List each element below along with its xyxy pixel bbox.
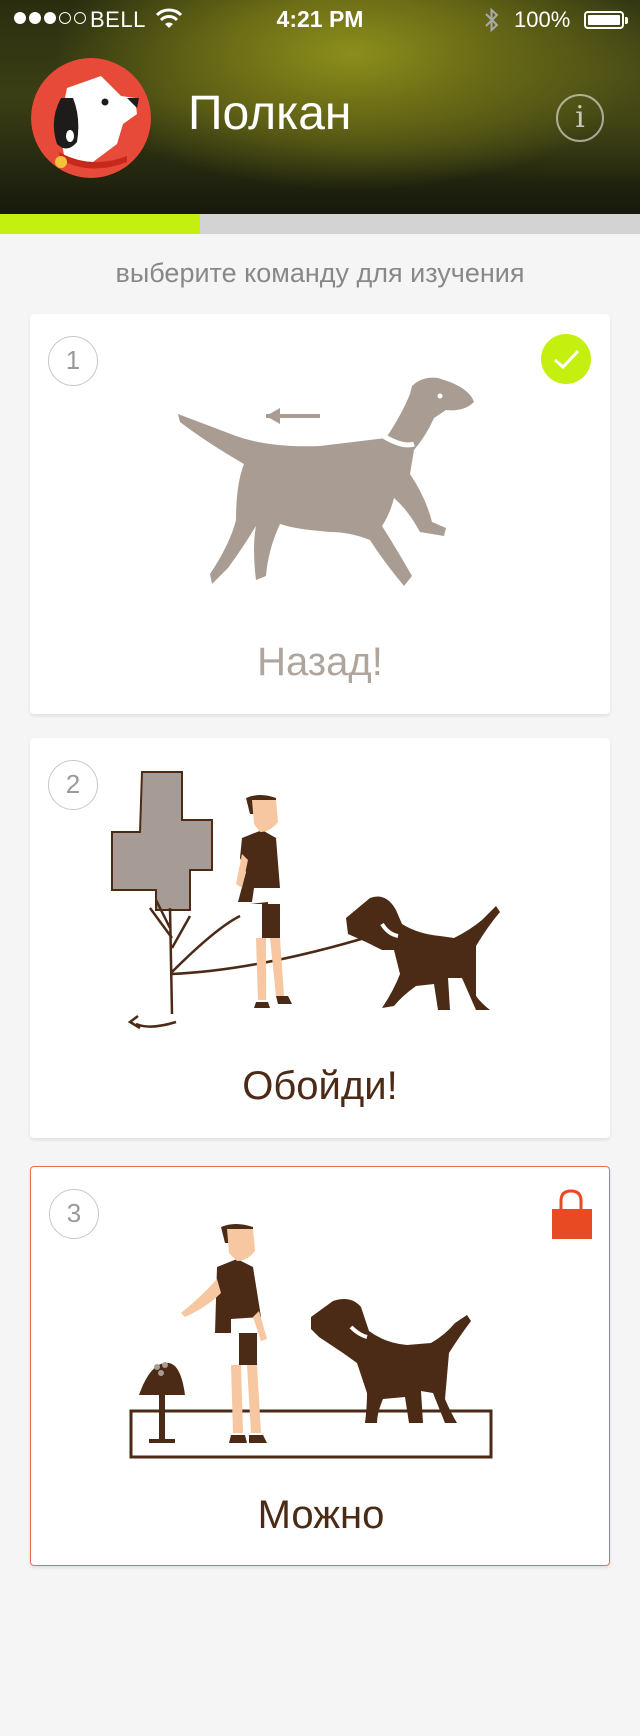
- command-card-3[interactable]: 3 Можно: [30, 1166, 610, 1566]
- dog-face-icon[interactable]: [31, 58, 151, 178]
- bluetooth-icon: [484, 7, 500, 39]
- dog-walking-back-illustration: [178, 377, 474, 586]
- command-title: Обойди!: [242, 1064, 398, 1108]
- permission-illustration: [129, 1224, 493, 1459]
- header: BELL 4:21 PM 100% Полкан i: [0, 0, 640, 214]
- subtitle: выберите команду для изучения: [115, 258, 525, 288]
- status-bar: BELL 4:21 PM 100%: [0, 0, 640, 40]
- command-card-2[interactable]: 2 Обойди!: [30, 738, 610, 1138]
- info-icon: i: [575, 100, 585, 135]
- battery-icon: [584, 11, 628, 29]
- walk-around-tree-illustration: [111, 771, 500, 1030]
- command-title: Назад!: [257, 640, 383, 684]
- training-progress-bar: [0, 214, 640, 234]
- progress-fill: [0, 214, 200, 234]
- info-button[interactable]: i: [556, 94, 604, 142]
- battery-percent: 100%: [514, 7, 571, 32]
- command-card-1[interactable]: 1 Назад!: [30, 314, 610, 714]
- dog-name-title: Полкан: [188, 87, 352, 140]
- command-title: Можно: [257, 1493, 385, 1537]
